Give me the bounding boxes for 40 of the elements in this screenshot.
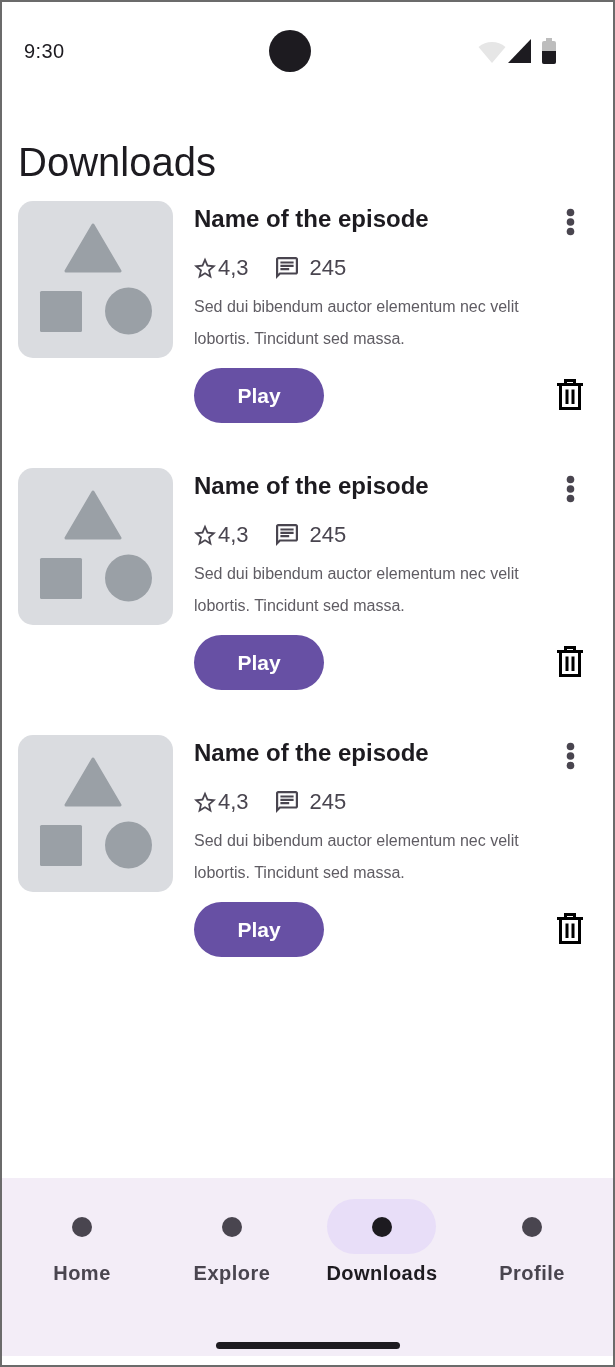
wifi-icon [478,39,506,63]
episode-description: Sed dui bibendum auctor elementum nec velit lobortis. Tincidunt sed massa. [194,297,520,349]
delete-icon[interactable] [556,646,584,677]
episode-title: Name of the episode [194,738,429,768]
dot-icon [222,1216,242,1237]
more-options-icon[interactable] [565,208,575,236]
star-icon [194,791,216,813]
play-button[interactable]: Play [194,368,324,423]
battery-icon [542,38,556,64]
delete-icon[interactable] [556,379,584,410]
comment-icon [275,257,298,279]
rating-text: 4,3 [218,255,249,281]
episode-title: Name of the episode [194,471,429,501]
episode-title: Name of the episode [194,204,429,234]
dot-icon [372,1216,392,1237]
star-icon [194,257,216,279]
nav-tab[interactable]: Explore [177,1199,287,1285]
signal-icon [508,39,531,63]
episode-description: Sed dui bibendum auctor elementum nec velit lobortis. Tincidunt sed massa. [194,831,520,883]
comment-icon [275,524,298,546]
more-options-icon[interactable] [565,475,575,503]
dot-icon [72,1216,92,1237]
rating-text: 4,3 [218,522,249,548]
page-title: Downloads [18,139,216,186]
comment-count: 245 [309,522,347,548]
comment-count: 245 [309,789,347,815]
delete-icon[interactable] [556,913,584,944]
rating-text: 4,3 [218,789,249,815]
camera-cutout-icon [269,30,311,72]
dot-icon [522,1216,542,1237]
comment-icon [275,791,298,813]
play-button[interactable]: Play [194,635,324,690]
star-icon [194,524,216,546]
episode-description: Sed dui bibendum auctor elementum nec velit lobortis. Tincidunt sed massa. [194,564,520,616]
status-time: 9:30 [24,39,65,63]
play-button[interactable]: Play [194,902,324,957]
more-options-icon[interactable] [565,742,575,770]
nav-tab[interactable]: Home [27,1199,137,1285]
nav-tab[interactable]: Profile [477,1199,587,1285]
comment-count: 245 [309,255,347,281]
